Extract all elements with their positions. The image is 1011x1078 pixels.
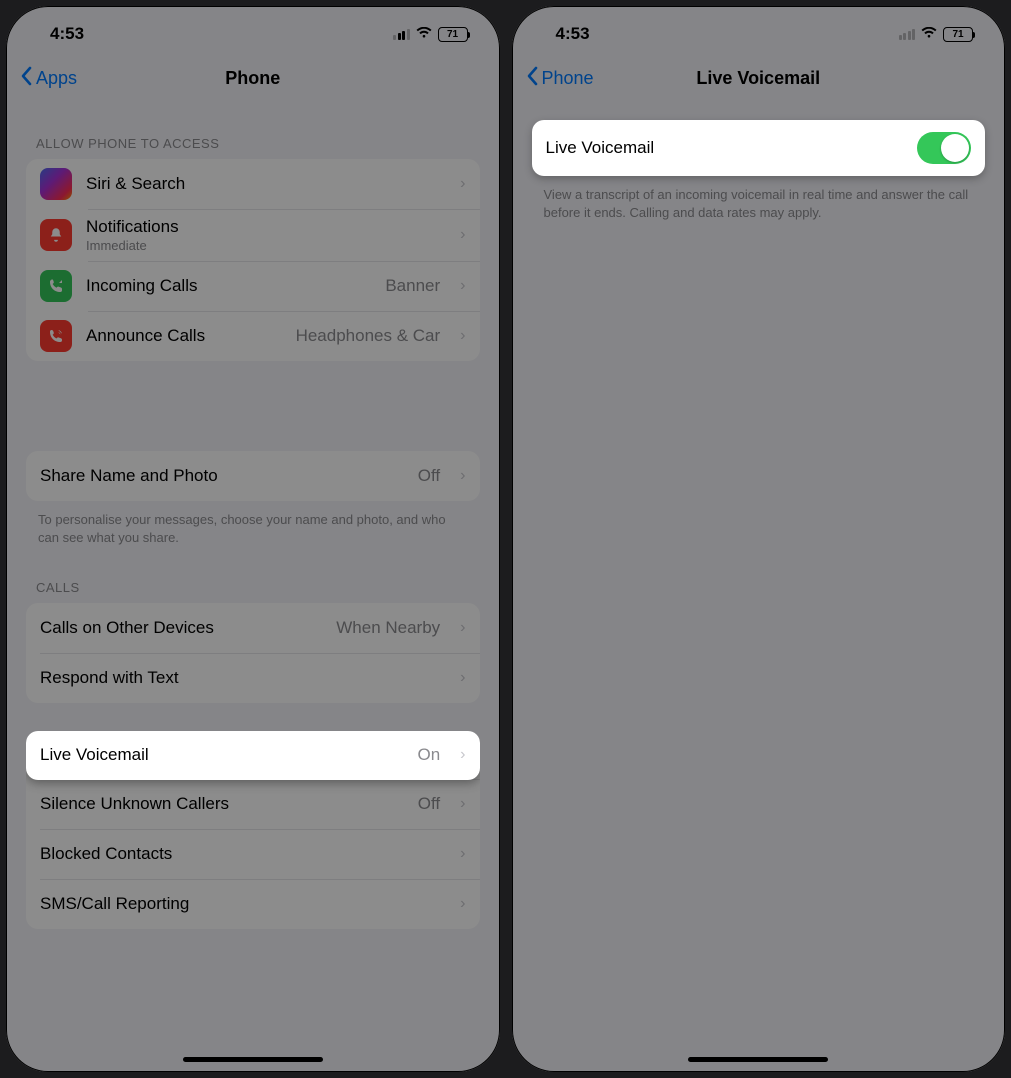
chevron-right-icon: › (460, 895, 465, 913)
back-button[interactable]: Apps (20, 66, 77, 91)
chevron-left-icon (526, 66, 538, 91)
row-detail: Banner (385, 276, 440, 296)
share-footer: To personalise your messages, choose you… (26, 501, 480, 546)
nav-bar: Apps Phone (6, 54, 500, 102)
status-time: 4:53 (50, 24, 84, 44)
chevron-right-icon: › (460, 669, 465, 687)
row-label: Calls on Other Devices (40, 618, 322, 638)
siri-icon (40, 168, 72, 200)
back-button[interactable]: Phone (526, 66, 594, 91)
row-label: Live Voicemail (40, 745, 403, 765)
wifi-icon (416, 26, 432, 42)
row-live-voicemail[interactable]: Live Voicemail On › (26, 731, 480, 780)
chevron-right-icon: › (460, 845, 465, 863)
status-bar: 4:53 71 (6, 6, 500, 54)
calls-group-1: Calls on Other Devices When Nearby › Res… (26, 603, 480, 703)
chevron-right-icon: › (460, 327, 465, 345)
right-screenshot: 4:53 71 Phone Live Voicemail (512, 6, 1006, 1072)
row-silence-unknown-callers[interactable]: Silence Unknown Callers Off › (26, 779, 480, 829)
back-label: Apps (36, 68, 77, 89)
chevron-left-icon (20, 66, 32, 91)
cellular-icon (393, 29, 410, 40)
left-screenshot: 4:53 71 Apps Phone ALLOW PHONE TO A (6, 6, 500, 1072)
row-share-name-photo[interactable]: Share Name and Photo Off › (26, 451, 480, 501)
row-label: Live Voicemail (546, 138, 904, 158)
row-live-voicemail-toggle: Live Voicemail (532, 120, 986, 176)
chevron-right-icon: › (460, 226, 465, 244)
live-voicemail-footer: View a transcript of an incoming voicema… (532, 176, 986, 221)
row-incoming-calls[interactable]: Incoming Calls Banner › (26, 261, 480, 311)
calls-group-2: Live Voicemail On › Silence Unknown Call… (26, 731, 480, 929)
section-header-calls: CALLS (26, 546, 480, 603)
row-blocked-contacts[interactable]: Blocked Contacts › (26, 829, 480, 879)
battery-icon: 71 (943, 27, 973, 42)
home-indicator[interactable] (183, 1057, 323, 1062)
row-respond-with-text[interactable]: Respond with Text › (26, 653, 480, 703)
page-title: Phone (6, 68, 500, 89)
chevron-right-icon: › (460, 795, 465, 813)
row-label: Notifications (86, 217, 440, 237)
row-label: Announce Calls (86, 326, 282, 346)
row-label: Respond with Text (40, 668, 440, 688)
phone-incoming-icon (40, 270, 72, 302)
live-voicemail-group: Live Voicemail (532, 120, 986, 176)
status-bar: 4:53 71 (512, 6, 1006, 54)
row-sublabel: Immediate (86, 238, 440, 253)
row-sms-call-reporting[interactable]: SMS/Call Reporting › (26, 879, 480, 929)
row-label: Blocked Contacts (40, 844, 440, 864)
bell-icon (40, 219, 72, 251)
chevron-right-icon: › (460, 277, 465, 295)
chevron-right-icon: › (460, 175, 465, 193)
row-label: Siri & Search (86, 174, 440, 194)
back-label: Phone (542, 68, 594, 89)
live-voicemail-toggle[interactable] (917, 132, 971, 164)
status-icons: 71 (899, 26, 974, 42)
chevron-right-icon: › (460, 746, 465, 764)
status-icons: 71 (393, 26, 468, 42)
status-time: 4:53 (556, 24, 590, 44)
home-indicator[interactable] (688, 1057, 828, 1062)
row-detail: Off (418, 466, 440, 486)
row-detail: Off (418, 794, 440, 814)
row-siri-search[interactable]: Siri & Search › (26, 159, 480, 209)
nav-bar: Phone Live Voicemail (512, 54, 1006, 102)
cellular-icon (899, 29, 916, 40)
row-label: Silence Unknown Callers (40, 794, 404, 814)
battery-icon: 71 (438, 27, 468, 42)
phone-wave-icon (40, 320, 72, 352)
access-group: Siri & Search › Notifications Immediate … (26, 159, 480, 361)
section-header-access: ALLOW PHONE TO ACCESS (26, 102, 480, 159)
chevron-right-icon: › (460, 467, 465, 485)
row-detail: When Nearby (336, 618, 440, 638)
share-group: Share Name and Photo Off › (26, 451, 480, 501)
row-announce-calls[interactable]: Announce Calls Headphones & Car › (26, 311, 480, 361)
toggle-knob (941, 134, 969, 162)
chevron-right-icon: › (460, 619, 465, 637)
row-label: SMS/Call Reporting (40, 894, 440, 914)
wifi-icon (921, 26, 937, 42)
row-calls-other-devices[interactable]: Calls on Other Devices When Nearby › (26, 603, 480, 653)
row-label: Share Name and Photo (40, 466, 404, 486)
row-label: Incoming Calls (86, 276, 371, 296)
row-detail: On (417, 745, 440, 765)
row-notifications[interactable]: Notifications Immediate › (26, 209, 480, 261)
row-detail: Headphones & Car (296, 326, 441, 346)
